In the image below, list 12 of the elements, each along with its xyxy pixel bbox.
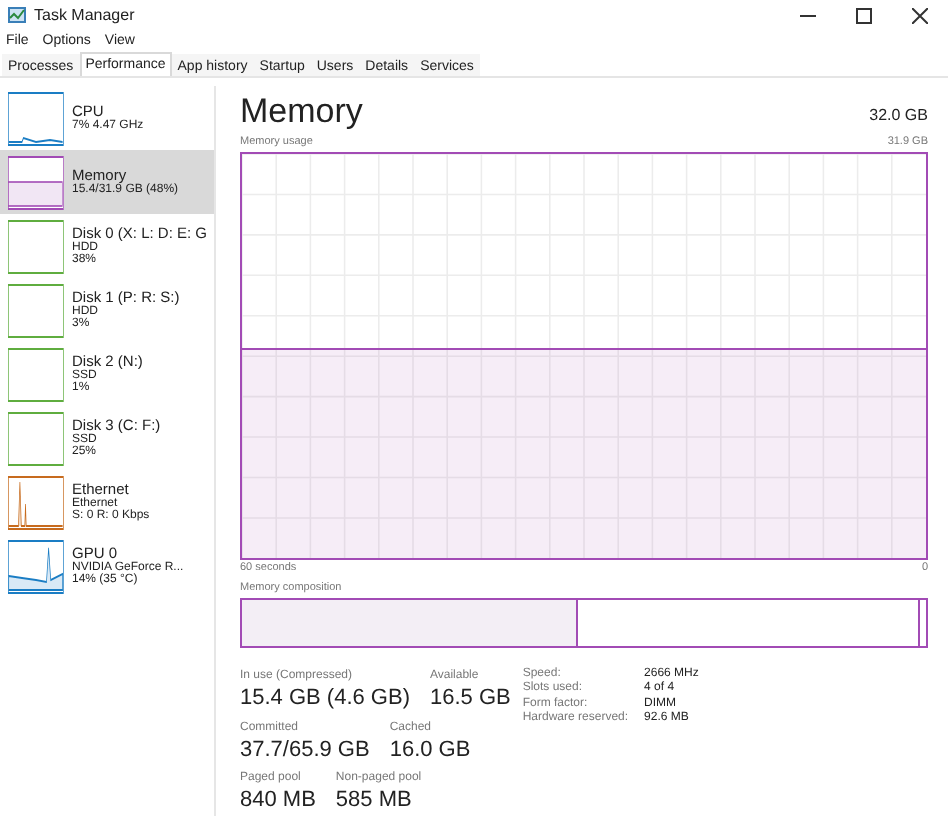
panel-title: Memory: [240, 94, 363, 129]
window-title: Task Manager: [34, 3, 135, 27]
stat-value: 15.4 GB (4.6 GB): [240, 685, 410, 713]
maximize-icon: [856, 7, 872, 23]
stat-value: 16.5 GB: [429, 685, 511, 713]
app-icon: [8, 6, 26, 24]
stat-value: 840 MB: [240, 788, 316, 816]
total-memory: 32.0 GB: [869, 104, 928, 129]
stat-value: 585 MB: [335, 788, 414, 816]
close-icon: [912, 7, 928, 23]
stat-value: 16.0 GB: [389, 737, 471, 765]
stat-value: 37.7/65.9 GB: [240, 737, 370, 765]
